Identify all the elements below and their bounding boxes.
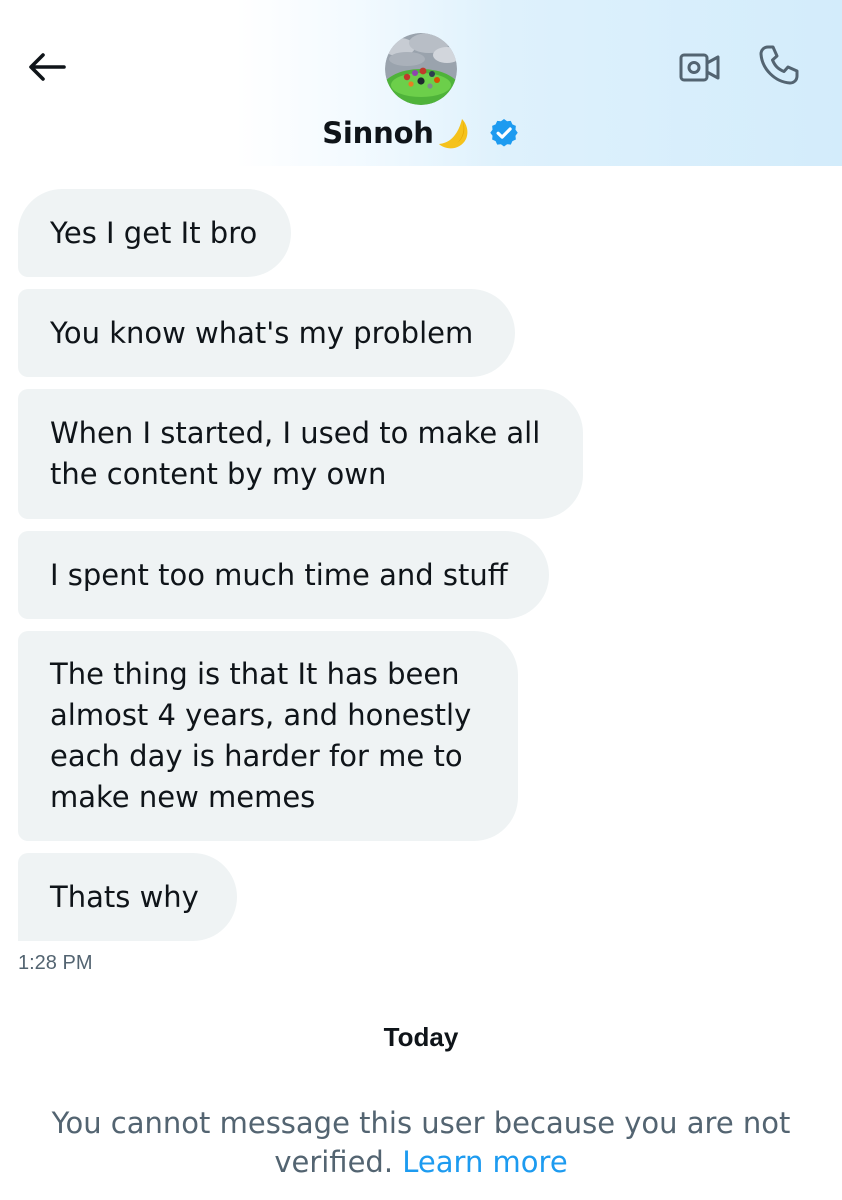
contact-avatar[interactable]: [385, 33, 457, 105]
video-camera-icon: [679, 53, 720, 82]
message-bubble[interactable]: Thats why: [18, 853, 237, 941]
day-separator: Today: [383, 1022, 459, 1052]
voice-call-button[interactable]: [756, 42, 802, 88]
contact-name-row[interactable]: Sinnoh: [0, 108, 842, 158]
video-call-button[interactable]: [678, 46, 722, 90]
learn-more-link[interactable]: Learn more: [402, 1145, 567, 1179]
message-timestamp: 1:28 PM: [18, 952, 93, 974]
message-bubble[interactable]: The thing is that It has been almost 4 y…: [18, 631, 518, 841]
message-bubble[interactable]: Yes I get It bro: [18, 189, 291, 277]
conversation-header: Sinnoh: [0, 0, 842, 166]
message-bubble[interactable]: You know what's my problem: [18, 289, 515, 377]
message-bubble[interactable]: I spent too much time and stuff: [18, 531, 549, 619]
cannot-message-notice: You cannot message this user because you…: [40, 1104, 802, 1182]
arrow-left-icon: [29, 53, 66, 81]
contact-name: Sinnoh: [322, 116, 434, 150]
back-button[interactable]: [24, 44, 70, 90]
message-bubble[interactable]: When I started, I used to make all the c…: [18, 389, 583, 519]
crescent-moon-icon: [438, 119, 468, 149]
avatar-image: [385, 33, 457, 105]
verified-badge-icon: [490, 119, 518, 147]
phone-icon: [759, 45, 799, 85]
